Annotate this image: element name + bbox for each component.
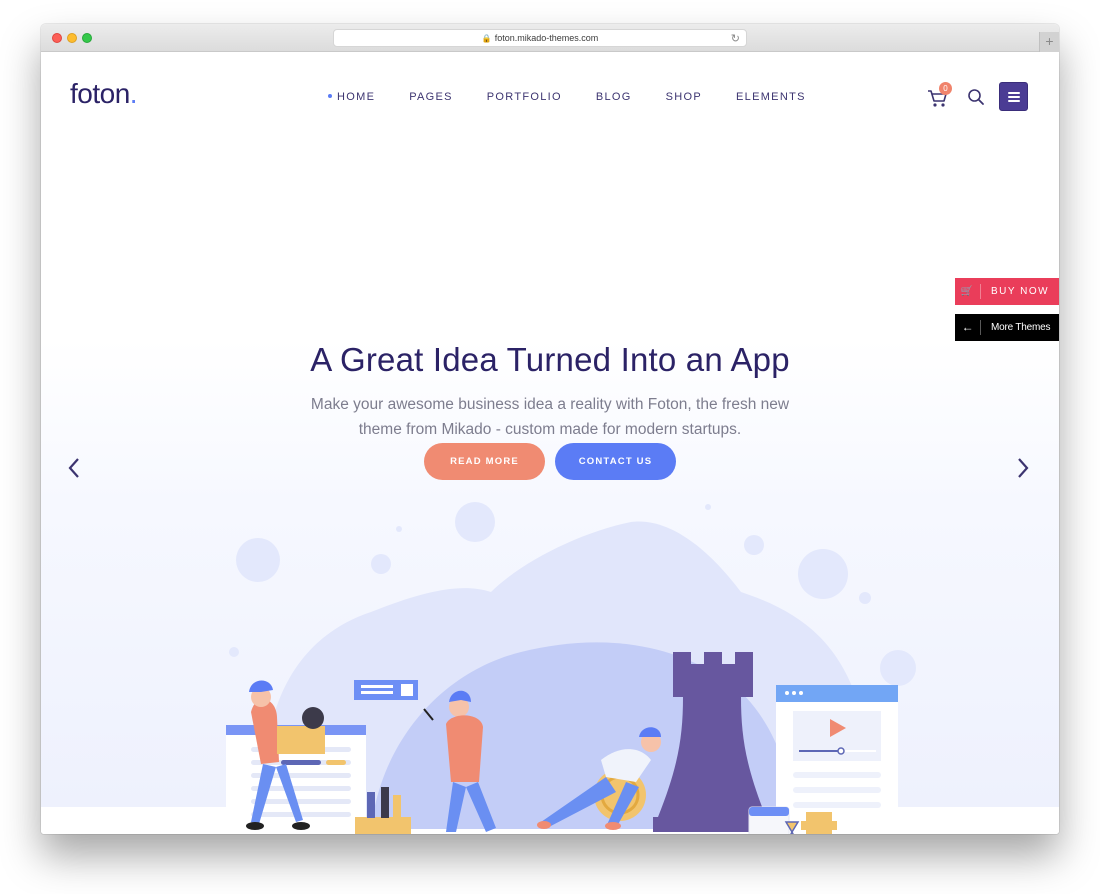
bubble (229, 647, 239, 657)
buy-now-label: BUY NOW (991, 286, 1050, 297)
reload-icon[interactable]: ↻ (731, 32, 740, 45)
menu-icon-bar (1008, 100, 1020, 102)
nav-item-portfolio[interactable]: PORTFOLIO (487, 91, 562, 103)
site-header: foton. HOME PAGES PORTFOLIO BLOG SHOP EL… (41, 52, 1059, 142)
bubble (705, 504, 711, 510)
chevron-right-icon (1018, 458, 1029, 478)
cart-count-badge: 0 (939, 82, 952, 95)
hero-subtitle-line: Make your awesome business idea a realit… (310, 396, 790, 413)
toolbox (355, 817, 411, 834)
bubble (236, 538, 280, 582)
browser-titlebar: 🔒 foton.mikado-themes.com ↻ + (41, 24, 1059, 52)
nav-item-blog[interactable]: BLOG (596, 91, 632, 103)
buy-now-button[interactable]: 🛒 BUY NOW (955, 278, 1059, 305)
bubble (744, 535, 764, 555)
menu-button[interactable] (999, 82, 1028, 111)
bubble (396, 526, 402, 532)
browser-window: 🔒 foton.mikado-themes.com ↻ + foton. HOM… (41, 24, 1059, 834)
address-bar[interactable]: 🔒 foton.mikado-themes.com ↻ (333, 29, 747, 47)
chevron-left-icon (68, 458, 79, 478)
hero-subtitle: Make your awesome business idea a realit… (41, 392, 1059, 442)
coin-stack (806, 812, 832, 821)
main-nav: HOME PAGES PORTFOLIO BLOG SHOP ELEMENTS (328, 91, 840, 103)
minimize-window-button[interactable] (67, 33, 77, 43)
bubble (859, 592, 871, 604)
logo[interactable]: foton. (70, 78, 138, 110)
hero-illustration (226, 502, 916, 834)
maximize-window-button[interactable] (82, 33, 92, 43)
video-player-card (776, 685, 898, 834)
bubble (371, 554, 391, 574)
slider-next-arrow[interactable] (1016, 455, 1030, 486)
nav-item-elements[interactable]: ELEMENTS (736, 91, 806, 103)
hero-subtitle-line: theme from Mikado - custom made for mode… (358, 421, 742, 438)
arrow-left-icon: ← (955, 320, 981, 335)
slider-prev-arrow[interactable] (67, 455, 81, 486)
logo-dot: . (129, 78, 138, 109)
nav-item-pages[interactable]: PAGES (409, 91, 453, 103)
search-icon[interactable] (967, 88, 985, 106)
bubble (880, 650, 916, 686)
read-more-button[interactable]: READ MORE (424, 443, 545, 480)
url-text: foton.mikado-themes.com (494, 33, 599, 43)
hero-title: A Great Idea Turned Into an App (310, 341, 790, 378)
new-tab-button[interactable]: + (1039, 32, 1059, 52)
more-themes-button[interactable]: ← More Themes (955, 314, 1059, 341)
nav-item-home[interactable]: HOME (328, 91, 375, 103)
lock-icon: 🔒 (481, 33, 492, 43)
nav-item-shop[interactable]: SHOP (666, 91, 702, 103)
bubble (455, 502, 495, 542)
close-window-button[interactable] (52, 33, 62, 43)
more-themes-label: More Themes (991, 322, 1051, 333)
logo-text: foton (70, 78, 130, 109)
cart-icon: 🛒 (955, 284, 981, 299)
menu-icon-bar (1008, 92, 1020, 94)
bubble (798, 549, 848, 599)
contact-us-button[interactable]: CONTACT US (555, 443, 676, 480)
page: foton. HOME PAGES PORTFOLIO BLOG SHOP EL… (41, 52, 1059, 834)
menu-icon-bar (1008, 96, 1020, 98)
